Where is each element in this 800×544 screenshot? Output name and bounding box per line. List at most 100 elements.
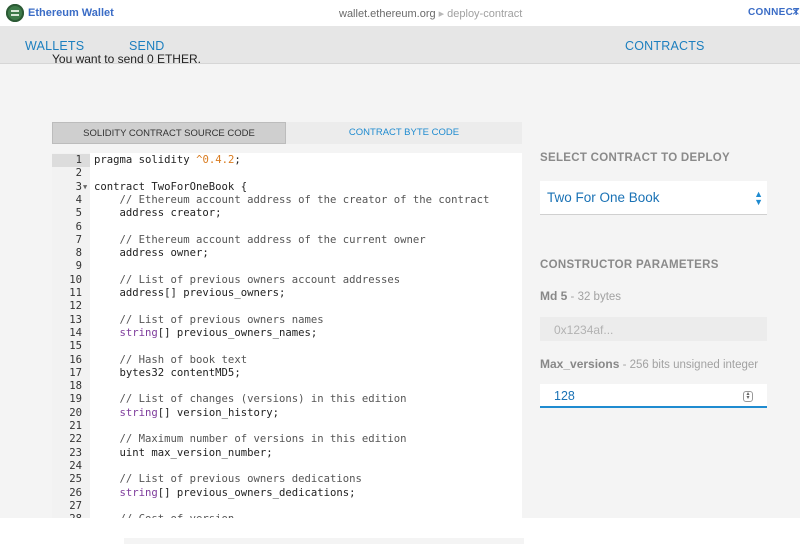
code-line: 17 bytes32 contentMD5; (52, 367, 522, 380)
nav-contracts[interactable]: CONTRACTS (625, 39, 705, 53)
code-line: 10 // List of previous owners account ad… (52, 274, 522, 287)
md5-placeholder: 0x1234af... (554, 323, 614, 337)
code-line: 13 // List of previous owners names (52, 314, 522, 327)
md5-input[interactable]: 0x1234af... (540, 317, 767, 341)
code-tabs: SOLIDITY CONTRACT SOURCE CODE CONTRACT B… (52, 122, 522, 144)
footer-strip (124, 538, 524, 544)
ethereum-wallet-logo-icon (6, 4, 24, 22)
tab-byte-code[interactable]: CONTRACT BYTE CODE (286, 122, 522, 144)
code-line: 5 address creator; (52, 207, 522, 220)
line-number: 26 (69, 486, 82, 499)
line-number: 18 (69, 380, 82, 393)
line-number: 2 (75, 167, 82, 180)
param-maxversions-label: Max_versions - 256 bits unsigned integer (540, 357, 758, 371)
line-number: 24 (69, 459, 82, 472)
send-amount-text: You want to send 0 ETHER. (52, 54, 201, 64)
param-md5-name: Md 5 (540, 289, 568, 303)
code-line: 26 string[] previous_owners_dedications; (52, 487, 522, 500)
code-text: pragma solidity ^0.4.2; (94, 154, 241, 166)
url-display: wallet.ethereum.org ▸ deploy-contract (339, 7, 522, 20)
app-title[interactable]: Ethereum Wallet (28, 7, 114, 19)
code-text: bytes32 contentMD5; (94, 366, 241, 379)
code-line: 3 ▼ contract TwoForOneBook { (52, 181, 522, 194)
code-line: 20 string[] version_history; (52, 407, 522, 420)
constructor-params-heading: CONSTRUCTOR PARAMETERS (540, 259, 719, 271)
code-line: 12 (52, 300, 522, 313)
code-line: 11 address[] previous_owners; (52, 287, 522, 300)
url-host: wallet.ethereum.org (339, 8, 436, 20)
line-number: 27 (69, 499, 82, 512)
url-separator-icon: ▸ (438, 8, 445, 20)
code-line: 1 pragma solidity ^0.4.2; (52, 154, 522, 168)
code-text: // List of previous owners dedications (94, 473, 362, 486)
code-line: 14 string[] previous_owners_names; (52, 327, 522, 340)
code-line: 4 // Ethereum account address of the cre… (52, 194, 522, 207)
max-versions-input[interactable]: 128 ▴ ▾ (540, 384, 767, 408)
code-line: 9 (52, 260, 522, 273)
nav-send[interactable]: SEND (129, 39, 165, 53)
contract-select[interactable]: Two For One Book ▲ ▼ (540, 181, 767, 215)
select-contract-heading: SELECT CONTRACT TO DEPLOY (540, 152, 731, 164)
number-stepper-icon[interactable]: ▴ ▾ (743, 391, 753, 402)
code-line: 24 (52, 460, 522, 473)
param-md5-desc: - 32 bytes (567, 291, 622, 303)
line-number: 5 (75, 207, 82, 220)
line-number: 7 (75, 233, 82, 246)
code-line: 16 // Hash of book text (52, 354, 522, 367)
line-number: 19 (69, 393, 82, 406)
code-text: // List of previous owners names (94, 313, 324, 326)
line-number: 22 (69, 433, 82, 446)
code-line: 8 address owner; (52, 247, 522, 260)
fold-arrow-icon[interactable]: ▼ (83, 181, 87, 194)
line-number: 23 (69, 446, 82, 459)
code-text: contract TwoForOneBook { (94, 180, 248, 193)
code-line: 2 (52, 167, 522, 180)
line-number: 11 (69, 287, 82, 299)
url-path: deploy-contract (447, 8, 523, 20)
line-number: 14 (69, 326, 82, 339)
code-line: 7 // Ethereum account address of the cur… (52, 234, 522, 247)
line-number: 8 (75, 247, 82, 260)
code-line: 25 // List of previous owners dedication… (52, 473, 522, 486)
code-text: // List of changes (versions) in this ed… (94, 393, 407, 406)
code-line: 23 uint max_version_number; (52, 447, 522, 460)
line-number: 10 (69, 273, 82, 286)
code-text: address[] previous_owners; (94, 287, 286, 299)
line-number: 6 (75, 220, 82, 233)
code-text: // Maximum number of versions in this ed… (94, 433, 407, 446)
code-text: string[] version_history; (119, 406, 279, 419)
code-line: 15 (52, 340, 522, 353)
line-number: 4 (75, 193, 82, 206)
param-maxversions-desc: - 256 bits unsigned integer (619, 359, 759, 371)
code-text: uint max_version_number; (94, 446, 273, 459)
code-line: 21 (52, 420, 522, 433)
line-number: 16 (69, 353, 82, 366)
code-text: string[] previous_owners_dedications; (119, 486, 356, 499)
code-line: 6 (52, 221, 522, 234)
code-line: 22 // Maximum number of versions in this… (52, 433, 522, 446)
line-number: 25 (69, 473, 82, 486)
line-number: 20 (69, 406, 82, 419)
code-text: address owner; (94, 247, 209, 260)
line-number: 1 (52, 154, 90, 168)
tab-solidity-source[interactable]: SOLIDITY CONTRACT SOURCE CODE (52, 122, 286, 144)
nav-wallets[interactable]: WALLETS (25, 39, 84, 53)
code-text: string[] previous_owners_names; (119, 326, 318, 339)
top-bar: Ethereum Wallet wallet.ethereum.org ▸ depl… (0, 0, 800, 27)
code-line: 19 // List of changes (versions) in this… (52, 393, 522, 406)
code-text: // Hash of book text (94, 353, 248, 366)
line-number: 15 (69, 340, 82, 353)
selected-contract: Two For One Book (547, 190, 660, 205)
line-number: 13 (69, 313, 82, 326)
line-number: 17 (69, 366, 82, 379)
line-number: 21 (69, 420, 82, 432)
code-editor[interactable]: 1 pragma solidity ^0.4.2; 2 3 ▼ contract TwoF… (52, 153, 522, 518)
code-text: // Ethereum account address of the creat… (94, 193, 490, 206)
code-line: 27 (52, 500, 522, 513)
line-number: 12 (69, 300, 82, 313)
code-text: address creator; (94, 207, 222, 220)
close-icon[interactable]: × (792, 4, 800, 19)
code-line: 18 (52, 380, 522, 393)
select-arrows-icon: ▲ ▼ (754, 189, 763, 207)
param-md5-label: Md 5 - 32 bytes (540, 289, 621, 303)
